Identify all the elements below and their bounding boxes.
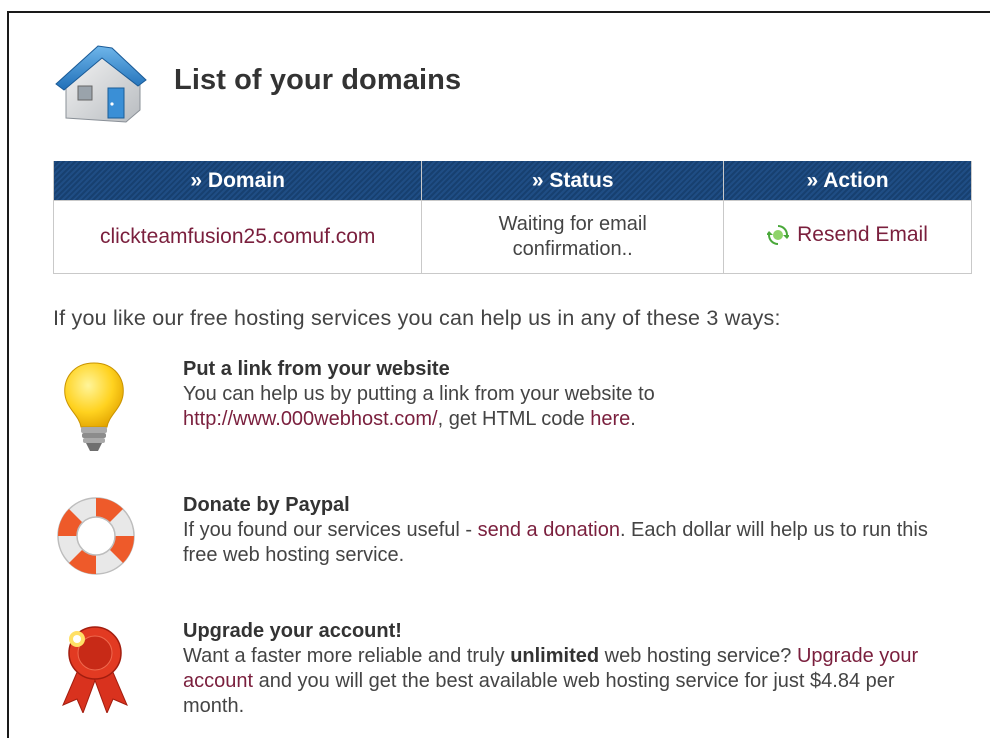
column-header-status[interactable]: » Status bbox=[421, 161, 725, 201]
status-line-2: confirmation.. bbox=[512, 238, 633, 260]
status-line-1: Waiting for email bbox=[498, 213, 647, 235]
status-text: Waiting for email confirmation.. bbox=[432, 212, 713, 262]
help-option-body-3: and you will get the best available web … bbox=[183, 670, 895, 717]
unlimited-word: unlimited bbox=[510, 645, 600, 667]
send-donation-link[interactable]: send a donation bbox=[478, 519, 620, 541]
help-option-link: Put a link from your website You can hel… bbox=[53, 357, 953, 457]
help-option-donate: Donate by Paypal If you found our servic… bbox=[53, 493, 953, 583]
help-option-body: You can help us by putting a link from y… bbox=[183, 383, 655, 405]
house-icon bbox=[55, 45, 147, 123]
help-option-title: Donate by Paypal bbox=[183, 494, 350, 516]
domain-cell: clickteamfusion25.comuf.com bbox=[52, 200, 423, 274]
help-intro: If you like our free hosting services yo… bbox=[53, 306, 781, 330]
action-cell: Resend Email bbox=[723, 200, 972, 274]
homepage-link[interactable]: http://www.000webhost.com/ bbox=[183, 408, 438, 430]
help-option-upgrade-text: Upgrade your account! Want a faster more… bbox=[183, 619, 953, 719]
help-option-upgrade: Upgrade your account! Want a faster more… bbox=[53, 619, 953, 719]
help-option-body-2: , get HTML code bbox=[437, 408, 591, 430]
help-option-title: Put a link from your website bbox=[183, 358, 450, 380]
period: . bbox=[630, 408, 636, 430]
status-cell: Waiting for email confirmation.. bbox=[421, 200, 725, 274]
column-header-domain[interactable]: » Domain bbox=[52, 161, 423, 201]
award-ribbon-icon bbox=[62, 626, 128, 713]
column-header-action[interactable]: » Action bbox=[723, 161, 972, 201]
domain-link[interactable]: clickteamfusion25.comuf.com bbox=[100, 225, 375, 248]
table-row: clickteamfusion25.comuf.com Waiting for … bbox=[52, 200, 972, 274]
domains-table: » Domain » Status » Action clickteamfusi… bbox=[52, 161, 972, 274]
table-header-row: » Domain » Status » Action bbox=[52, 161, 972, 201]
resend-email-button[interactable]: Resend Email bbox=[767, 223, 928, 247]
lifebuoy-icon bbox=[57, 497, 135, 575]
help-option-body: Want a faster more reliable and truly bbox=[183, 645, 511, 667]
help-option-donate-text: Donate by Paypal If you found our servic… bbox=[183, 493, 953, 568]
lightbulb-icon bbox=[64, 362, 124, 451]
help-option-title: Upgrade your account! bbox=[183, 620, 402, 642]
page-title: List of your domains bbox=[174, 64, 462, 96]
help-option-link-text: Put a link from your website You can hel… bbox=[183, 357, 953, 432]
resend-email-label: Resend Email bbox=[797, 222, 928, 246]
help-option-body: If you found our services useful - bbox=[183, 519, 478, 541]
help-option-body-2: web hosting service? bbox=[599, 645, 797, 667]
refresh-icon bbox=[767, 224, 790, 245]
html-code-link[interactable]: here bbox=[590, 408, 630, 430]
